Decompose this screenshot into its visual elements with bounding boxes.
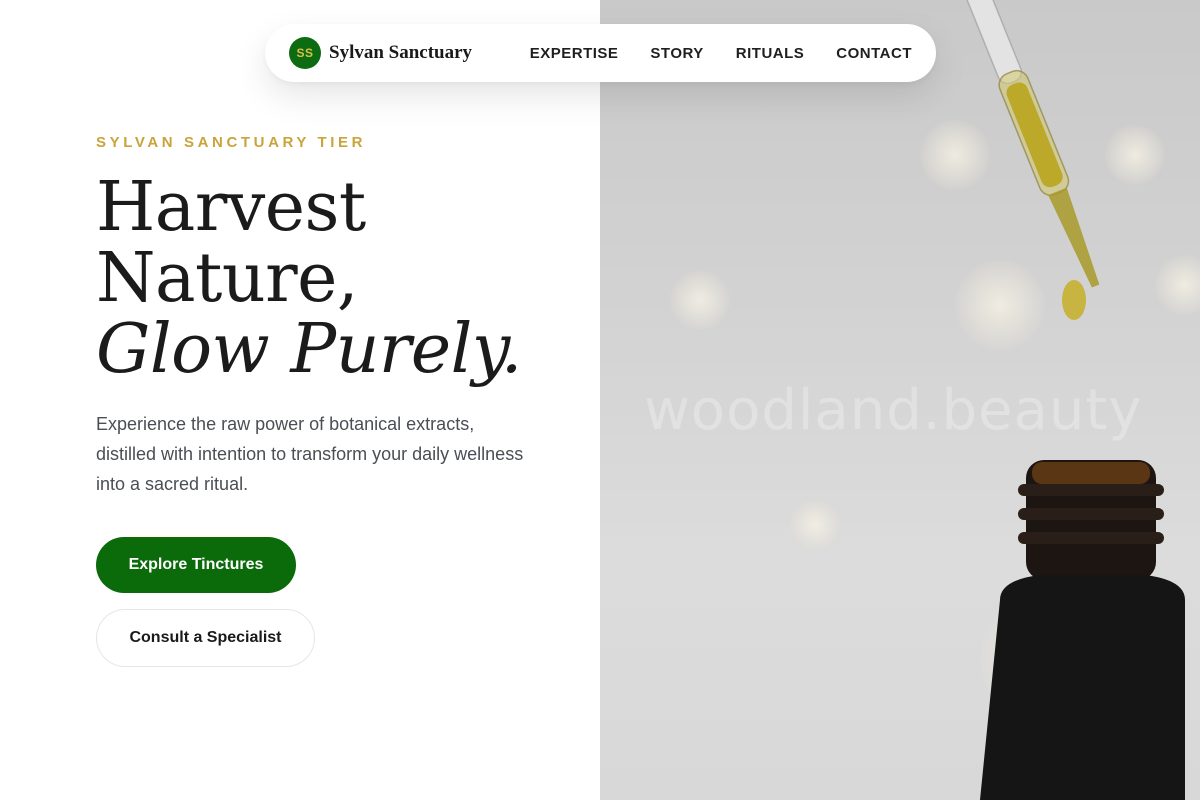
hero-eyebrow: SYLVAN SANCTUARY TIER [96, 134, 367, 151]
explore-tinctures-button[interactable]: Explore Tinctures [96, 537, 296, 593]
hero-headline: Harvest Nature, Glow Purely. [96, 172, 522, 385]
nav-link-contact[interactable]: CONTACT [836, 45, 912, 62]
nav-link-story[interactable]: STORY [650, 45, 703, 62]
nav-link-rituals[interactable]: RITUALS [736, 45, 805, 62]
nav-link-expertise[interactable]: EXPERTISE [530, 45, 619, 62]
headline-line-3: Glow Purely. [96, 310, 522, 389]
headline-line-2: Nature, [96, 239, 359, 318]
hero-image: woodland.beauty [600, 0, 1200, 800]
headline-line-1: Harvest [96, 168, 366, 247]
nav-links: EXPERTISE STORY RITUALS CONTACT [530, 45, 912, 62]
watermark: woodland.beauty [644, 378, 1143, 443]
consult-specialist-button[interactable]: Consult a Specialist [96, 609, 315, 667]
brand-name[interactable]: Sylvan Sanctuary [329, 42, 472, 64]
hero-description: Experience the raw power of botanical ex… [96, 414, 524, 494]
logo-badge[interactable]: SS [289, 37, 321, 69]
top-navigation: SS Sylvan Sanctuary EXPERTISE STORY RITU… [265, 24, 936, 82]
